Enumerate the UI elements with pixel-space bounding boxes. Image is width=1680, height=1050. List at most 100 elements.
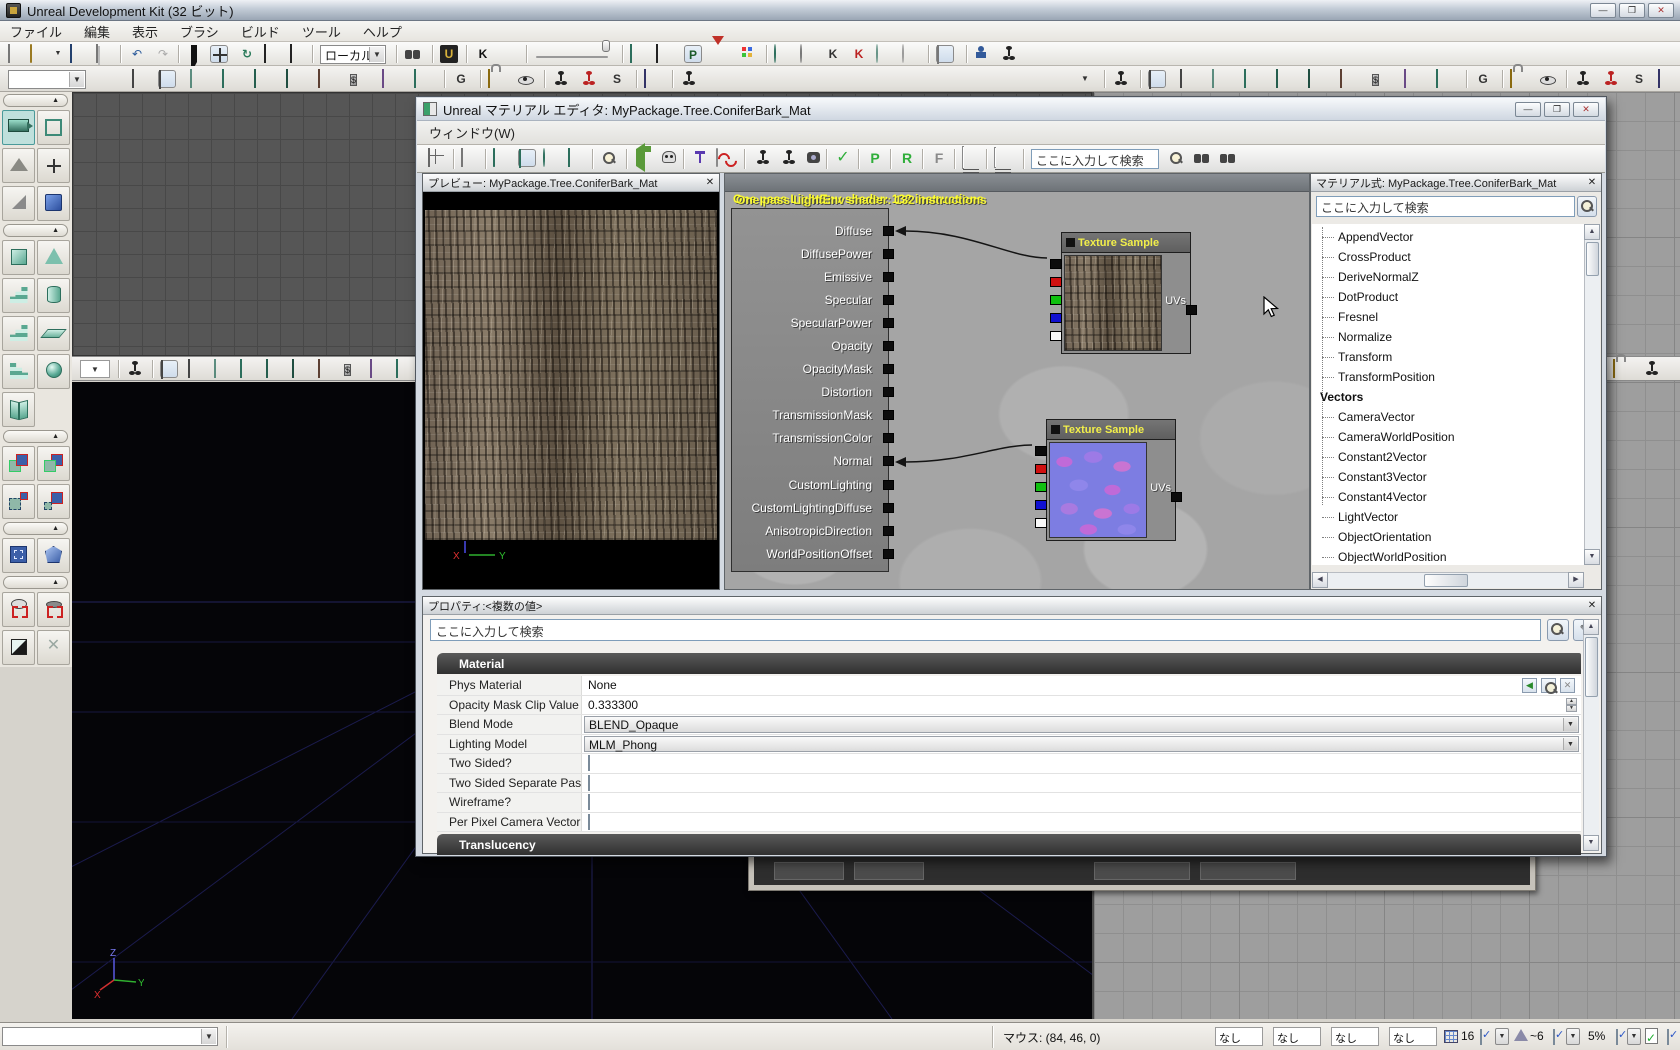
- vp-detail-icon[interactable]: [266, 360, 284, 378]
- texture-sample-node-normal[interactable]: Texture Sample UVs: [1046, 419, 1176, 541]
- light-complexity-icon[interactable]: [318, 70, 336, 88]
- right-gameview-icon[interactable]: G: [1474, 70, 1492, 88]
- customlighting-pin[interactable]: [883, 480, 894, 490]
- scale-tool-icon[interactable]: [264, 45, 282, 63]
- maximize-button[interactable]: ❐: [1619, 3, 1645, 18]
- kismet-icon[interactable]: K: [474, 45, 492, 63]
- me-hlsl-icon[interactable]: HLSL: [994, 149, 1012, 167]
- sphere-query-icon[interactable]: [876, 45, 894, 63]
- expressions-search-input[interactable]: ここに入力して検索: [1316, 196, 1575, 217]
- chevron-down-icon[interactable]: ▼: [369, 47, 384, 62]
- rotate-tool-icon[interactable]: ↻: [238, 45, 256, 63]
- material-editor-titlebar[interactable]: Unreal マテリアル エディタ: MyPackage.Tree.Conife…: [417, 98, 1605, 121]
- wireframe-checkbox[interactable]: [588, 794, 590, 810]
- right-lightonly-icon[interactable]: [1308, 70, 1326, 88]
- csg-deintersect-button[interactable]: [37, 484, 70, 519]
- chevron-down-icon[interactable]: ▼: [201, 1029, 216, 1044]
- b-output-pin[interactable]: [1050, 313, 1062, 323]
- volume-icon[interactable]: [630, 45, 648, 63]
- expressions-panel-header[interactable]: マテリアル式: MyPackage.Tree.ConiferBark_Mat ✕: [1311, 174, 1601, 192]
- content-browser-icon[interactable]: U: [440, 45, 458, 63]
- g-output-pin[interactable]: [1035, 482, 1047, 492]
- diffusepower-pin[interactable]: [883, 249, 894, 259]
- scroll-down-icon[interactable]: ▼: [1584, 549, 1600, 565]
- preview-close-icon[interactable]: ✕: [703, 176, 717, 190]
- scroll-up-icon[interactable]: ▲: [1583, 619, 1599, 635]
- expression-item[interactable]: Transform: [1312, 347, 1584, 367]
- show-selected-button[interactable]: [2, 592, 35, 627]
- me-layout-icon[interactable]: [428, 149, 446, 167]
- me-background-icon[interactable]: [461, 149, 479, 167]
- browse-asset-icon[interactable]: [1541, 678, 1556, 693]
- right-shader-icon[interactable]: [1404, 70, 1422, 88]
- me-stats-icon[interactable]: [962, 149, 980, 167]
- camera-speed-slider[interactable]: [534, 45, 614, 63]
- cylinder-brush-button[interactable]: [37, 278, 70, 313]
- diffuse-pin[interactable]: [883, 226, 894, 236]
- right-texdensity-icon[interactable]: $: [1372, 70, 1390, 88]
- bone-widget-icon[interactable]: K: [824, 45, 842, 63]
- property-row-twosided[interactable]: Two Sided?: [437, 754, 1581, 774]
- no-translucent-icon[interactable]: [656, 45, 674, 63]
- bone-red-widget-icon[interactable]: K: [850, 45, 868, 63]
- vp-unlit-icon[interactable]: [214, 360, 232, 378]
- squint-mode-icon[interactable]: S: [608, 70, 626, 88]
- status-combo[interactable]: ▼: [2, 1027, 218, 1046]
- hide-selected-button[interactable]: [37, 592, 70, 627]
- properties-close-icon[interactable]: ✕: [1585, 599, 1599, 613]
- show-all-button[interactable]: ✕: [37, 630, 70, 665]
- property-row-blendmode[interactable]: Blend Mode BLEND_Opaque▼: [437, 715, 1581, 735]
- right-lock-icon[interactable]: [1510, 70, 1528, 88]
- redo-icon[interactable]: ↷: [154, 45, 172, 63]
- undo-icon[interactable]: ↶: [128, 45, 146, 63]
- translate-tool-icon[interactable]: [210, 45, 228, 63]
- worldpositionoffset-pin[interactable]: [883, 549, 894, 559]
- me-preview-sphere-icon[interactable]: [543, 149, 561, 167]
- spiral-stair-button[interactable]: [2, 354, 35, 389]
- rgb-output-pin[interactable]: [1050, 259, 1062, 269]
- brush-primitives-collapse[interactable]: ▲: [3, 224, 68, 237]
- menu-view[interactable]: 表示: [132, 22, 158, 41]
- expressions-vertical-scrollbar[interactable]: ▲ ▼: [1584, 224, 1600, 565]
- angle-snap-dropdown[interactable]: ▼: [1566, 1028, 1580, 1045]
- emissive-pin[interactable]: [883, 272, 894, 282]
- expression-item[interactable]: Fresnel: [1312, 307, 1584, 327]
- status-field-2[interactable]: なし: [1273, 1027, 1321, 1046]
- lighting-only-icon[interactable]: [286, 70, 304, 88]
- chevron-down-icon[interactable]: ▼: [1563, 718, 1577, 731]
- grid-snap-checkbox[interactable]: [1480, 1029, 1482, 1045]
- select-brush-button[interactable]: [2, 538, 35, 573]
- scroll-left-icon[interactable]: ◀: [1312, 572, 1328, 588]
- menu-edit[interactable]: 編集: [84, 22, 110, 41]
- properties-vertical-scrollbar[interactable]: ▲ ▼: [1583, 619, 1599, 851]
- expression-category-vectors[interactable]: Vectors: [1312, 387, 1584, 407]
- select-collapse[interactable]: ▲: [3, 522, 68, 535]
- unlit-mode-icon[interactable]: [190, 70, 208, 88]
- rgb-output-pin[interactable]: [1035, 446, 1047, 456]
- property-row-opacitymaskclip[interactable]: Opacity Mask Clip Value 0.333300 ▲▼: [437, 696, 1581, 716]
- me-search-input[interactable]: ここに入力して検索: [1031, 149, 1159, 169]
- volumetric-brush-button[interactable]: [2, 392, 35, 427]
- lightingmodel-dropdown[interactable]: MLM_Phong▼: [584, 736, 1579, 753]
- visibility-collapse[interactable]: ▲: [3, 576, 68, 589]
- properties-panel-header[interactable]: プロパティ:<複数の値> ✕: [423, 597, 1601, 615]
- value-spinner[interactable]: ▲▼: [1566, 698, 1577, 713]
- open-file-icon[interactable]: [30, 45, 48, 63]
- light-query-icon[interactable]: [902, 45, 920, 63]
- normal-pin[interactable]: [883, 456, 894, 466]
- expressions-list[interactable]: AppendVector CrossProduct DeriveNormalZ …: [1312, 224, 1584, 565]
- clear-color-icon[interactable]: [644, 70, 662, 88]
- menu-build[interactable]: ビルド: [241, 22, 280, 41]
- me-menu-window[interactable]: ウィンドウ(W): [429, 123, 515, 142]
- chevron-down-icon[interactable]: ▼: [69, 72, 84, 87]
- light-widget-icon[interactable]: [800, 45, 818, 63]
- scroll-down-icon[interactable]: ▼: [1583, 835, 1599, 851]
- angle-snap-checkbox[interactable]: [1553, 1029, 1555, 1045]
- linear-stair-button[interactable]: [2, 316, 35, 351]
- csg-collapse[interactable]: ▲: [3, 430, 68, 443]
- opacitymask-pin[interactable]: [883, 364, 894, 374]
- me-propagate-icon[interactable]: P: [866, 149, 884, 167]
- b-output-pin[interactable]: [1035, 500, 1047, 510]
- scroll-up-icon[interactable]: ▲: [1584, 224, 1600, 240]
- opacitymaskclip-value[interactable]: 0.333300: [588, 698, 638, 712]
